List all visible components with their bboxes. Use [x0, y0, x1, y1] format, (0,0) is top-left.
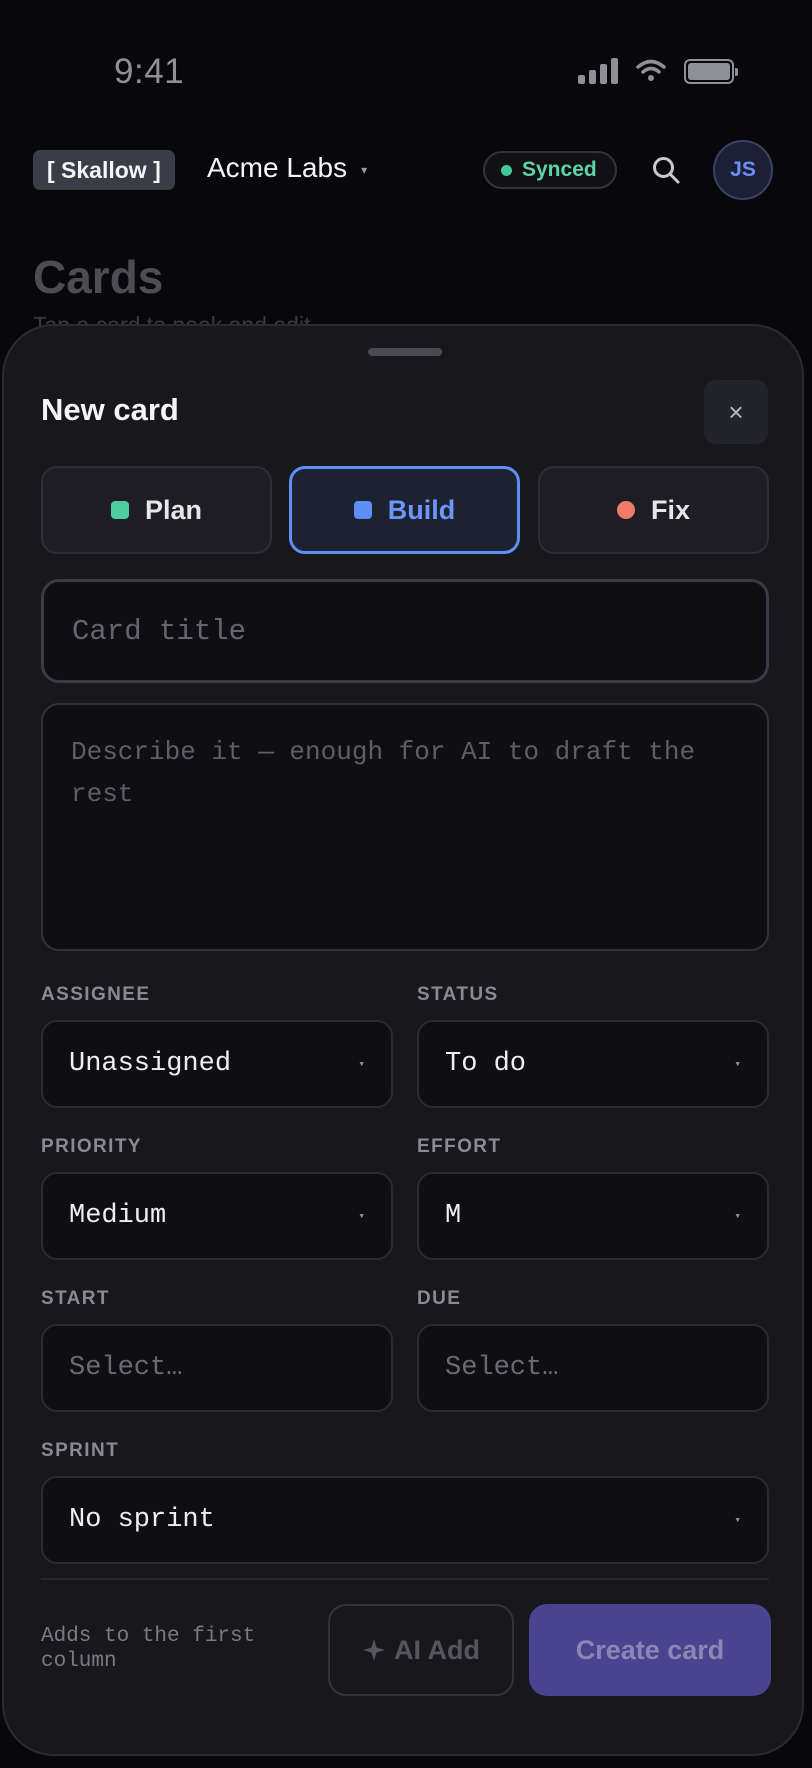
status-time: 9:41: [114, 52, 185, 91]
workspace-switcher[interactable]: Acme Labs ▾: [207, 152, 367, 184]
type-fix-label: Fix: [650, 494, 690, 525]
wifi-icon: [636, 59, 666, 81]
search-button[interactable]: [646, 150, 686, 190]
card-description-placeholder: Describe it — enough for AI to draft the…: [71, 737, 696, 809]
footer-divider: [41, 1578, 769, 1580]
sprint-select[interactable]: No sprint ▾: [41, 1476, 769, 1564]
start-label: START: [41, 1288, 110, 1309]
priority-value: Medium: [69, 1201, 167, 1231]
workspace-name: Acme Labs: [207, 152, 348, 183]
due-value: Select…: [445, 1353, 559, 1383]
due-label: DUE: [417, 1288, 462, 1309]
create-card-button[interactable]: Create card: [529, 1604, 771, 1696]
effort-label: EFFORT: [417, 1136, 502, 1157]
type-plan-button[interactable]: Plan: [41, 466, 272, 554]
due-date-picker[interactable]: Select…: [417, 1324, 769, 1412]
chevron-down-icon: ▾: [358, 1211, 365, 1223]
effort-value: M: [445, 1201, 462, 1231]
card-type-selector: Plan Build Fix: [41, 466, 769, 554]
priority-select[interactable]: Medium ▾: [41, 1172, 393, 1260]
search-icon: [653, 157, 680, 184]
build-swatch-icon: [353, 501, 372, 519]
chevron-down-icon: ▾: [358, 1059, 365, 1071]
avatar[interactable]: JS: [713, 140, 773, 200]
footer-note: Adds to the first column: [41, 1625, 256, 1673]
ai-add-label: AI Add: [394, 1634, 480, 1665]
start-value: Select…: [69, 1353, 183, 1383]
app-header: [ Skallow ] Acme Labs ▾ Synced JS: [0, 138, 812, 202]
chevron-down-icon: ▾: [361, 163, 368, 177]
signal-icon: [578, 58, 618, 84]
assignee-label: ASSIGNEE: [41, 984, 151, 1005]
assignee-select[interactable]: Unassigned ▾: [41, 1020, 393, 1108]
card-title-input[interactable]: Card title: [41, 579, 769, 683]
sync-status-badge: Synced: [483, 151, 617, 189]
chevron-down-icon: ▾: [734, 1515, 741, 1527]
start-date-picker[interactable]: Select…: [41, 1324, 393, 1412]
chevron-down-icon: ▾: [734, 1211, 741, 1223]
assignee-value: Unassigned: [69, 1049, 232, 1079]
sync-status-label: Synced: [522, 158, 597, 181]
card-description-input[interactable]: Describe it — enough for AI to draft the…: [41, 703, 769, 951]
plan-swatch-icon: [110, 501, 129, 519]
close-button[interactable]: ×: [704, 380, 768, 444]
type-fix-button[interactable]: Fix: [538, 466, 769, 554]
sprint-label: SPRINT: [41, 1440, 120, 1461]
effort-select[interactable]: M ▾: [417, 1172, 769, 1260]
new-card-sheet: New card × Plan Build Fix Card title Des…: [2, 324, 804, 1756]
page-title: Cards: [33, 251, 164, 303]
app-logo[interactable]: [ Skallow ]: [33, 150, 175, 190]
chevron-down-icon: ▾: [734, 1059, 741, 1071]
status-icons: [578, 58, 738, 84]
status-value: To do: [445, 1049, 527, 1079]
sheet-drag-handle[interactable]: [368, 348, 442, 356]
status-dot-icon: [501, 164, 512, 176]
battery-icon: [684, 58, 738, 84]
close-icon: ×: [728, 396, 744, 427]
status-bar: 9:41: [0, 0, 812, 110]
type-plan-label: Plan: [144, 494, 203, 525]
type-build-label: Build: [387, 494, 456, 525]
sparkle-icon: [363, 1639, 385, 1661]
sprint-value: No sprint: [69, 1505, 215, 1535]
priority-label: PRIORITY: [41, 1136, 142, 1157]
card-title-placeholder: Card title: [72, 614, 247, 648]
ai-add-button[interactable]: AI Add: [328, 1604, 514, 1696]
create-card-label: Create card: [575, 1634, 725, 1665]
fix-swatch-icon: [616, 501, 635, 519]
sheet-title: New card: [41, 392, 179, 427]
status-label: STATUS: [417, 984, 499, 1005]
status-select[interactable]: To do ▾: [417, 1020, 769, 1108]
type-build-button[interactable]: Build: [289, 466, 520, 554]
